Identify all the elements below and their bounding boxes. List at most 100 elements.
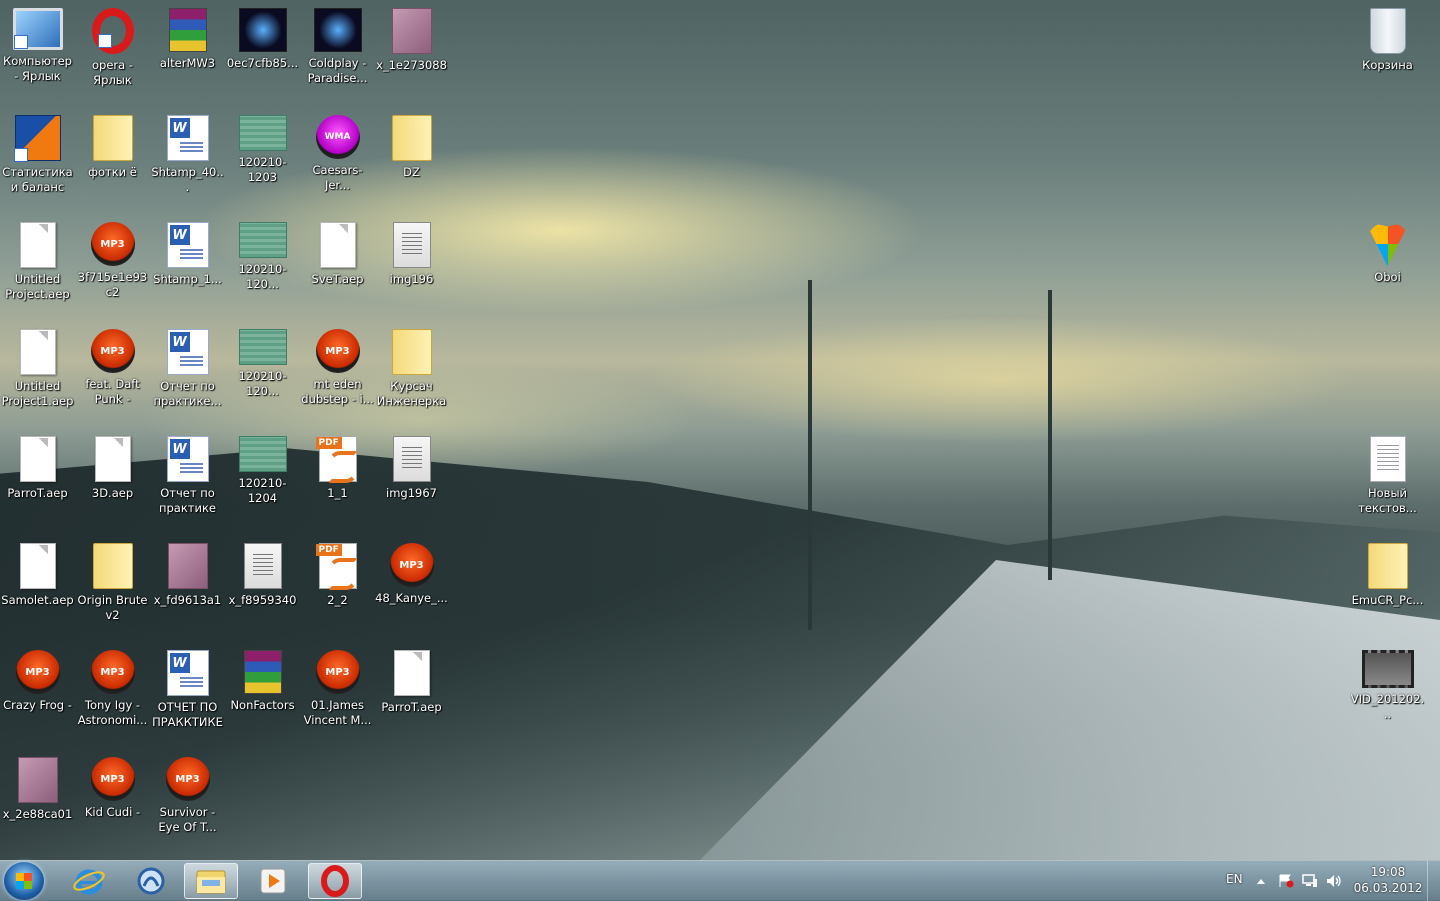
desktop-icon[interactable]: Статистика и баланс bbox=[0, 109, 75, 216]
desktop-icon[interactable]: MP3 3f715e1e93c2 bbox=[75, 216, 150, 323]
desktop-icon[interactable]: ParroT.aep bbox=[374, 644, 449, 751]
desktop-icon[interactable]: Origin Brute v2 bbox=[75, 537, 150, 644]
word-doc-icon: W bbox=[166, 329, 209, 375]
mp3-icon: MP3 bbox=[90, 329, 135, 373]
desktop-icon[interactable]: MP3 Survivor - Eye Of T... bbox=[150, 751, 225, 858]
desktop-icon[interactable]: x_2e88ca01 bbox=[0, 751, 75, 858]
wma-icon: WMA bbox=[315, 115, 360, 159]
folder-icon bbox=[1367, 543, 1408, 589]
desktop-icon[interactable]: Untitled Project.aep bbox=[0, 216, 75, 323]
desktop-icon[interactable]: Untitled Project1.aep bbox=[0, 323, 75, 430]
desktop-icon[interactable]: Oboi bbox=[1350, 216, 1425, 323]
desktop-icon[interactable]: x_f8959340 bbox=[225, 537, 300, 644]
video-file-icon bbox=[1361, 650, 1414, 688]
desktop-icon-label: 1_1 bbox=[327, 486, 348, 500]
desktop-icon[interactable]: img1967 bbox=[374, 430, 449, 537]
photo-icon bbox=[391, 8, 432, 54]
desktop-icon[interactable]: SveT.aep bbox=[300, 216, 375, 323]
desktop-icon-label: Корзина bbox=[1362, 58, 1413, 72]
windows-start-icon[interactable] bbox=[4, 862, 44, 900]
desktop-icon[interactable]: W Shtamp_1... bbox=[150, 216, 225, 323]
desktop-icon[interactable]: Компьютер - Ярлык bbox=[0, 2, 75, 109]
language-indicator[interactable]: EN bbox=[1226, 872, 1243, 886]
desktop-icon-label: SveT.aep bbox=[311, 272, 364, 286]
desktop-icon[interactable]: 3D.aep bbox=[75, 430, 150, 537]
winrar-icon bbox=[168, 8, 207, 52]
explorer-folder-icon[interactable] bbox=[184, 863, 238, 899]
desktop-icon[interactable]: MP3 Crazy Frog - bbox=[0, 644, 75, 751]
desktop-icon[interactable]: 120210-120... bbox=[225, 323, 300, 430]
network-icon[interactable] bbox=[1302, 874, 1318, 888]
blank-file-icon bbox=[319, 222, 356, 268]
desktop-icon[interactable]: MP3 Kid Cudi - bbox=[75, 751, 150, 858]
desktop-icon[interactable]: ParroT.aep bbox=[0, 430, 75, 537]
desktop-icon[interactable]: 120210-1204 bbox=[225, 430, 300, 537]
desktop-icon[interactable]: MP3 01.James Vincent M... bbox=[300, 644, 375, 751]
desktop-icon[interactable]: x_1e273088 bbox=[374, 2, 449, 109]
desktop-icon[interactable]: W Отчет по практике bbox=[150, 430, 225, 537]
desktop-icon-label: Отчет по практике... bbox=[153, 379, 222, 408]
word-doc-icon: W bbox=[166, 115, 209, 161]
desktop-icon[interactable]: Coldplay - Paradise... bbox=[300, 2, 375, 109]
desktop-icon[interactable]: MP3 feat. Daft Punk - bbox=[75, 323, 150, 430]
desktop-icon[interactable]: Samolet.aep bbox=[0, 537, 75, 644]
windows-live-icon[interactable] bbox=[124, 863, 178, 899]
desktop-icon[interactable]: W ОТЧЕТ ПО ПРАККТИКЕ bbox=[150, 644, 225, 751]
word-doc-icon: W bbox=[166, 650, 209, 696]
desktop-icon-label: Отчет по практике bbox=[158, 486, 216, 515]
desktop-icon[interactable]: 120210-1203 bbox=[225, 109, 300, 216]
desktop-icon-label: Shtamp_1... bbox=[153, 272, 222, 286]
clock[interactable]: 19:08 06.03.2012 bbox=[1352, 865, 1424, 895]
opera-icon[interactable] bbox=[308, 863, 362, 899]
desktop-icon[interactable]: WMA Caesars-Jer... bbox=[300, 109, 375, 216]
desktop-icon[interactable]: NonFactors bbox=[225, 644, 300, 751]
media-file-icon bbox=[238, 8, 287, 52]
show-desktop-button[interactable] bbox=[1427, 861, 1440, 901]
volume-icon[interactable] bbox=[1326, 874, 1342, 888]
desktop-icon[interactable]: DZ bbox=[374, 109, 449, 216]
desktop-icon[interactable]: 120210-120... bbox=[225, 216, 300, 323]
desktop-icon-label: Origin Brute v2 bbox=[77, 593, 148, 622]
desktop-icon[interactable]: EmuCR_Pc... bbox=[1350, 537, 1425, 644]
desktop-icon[interactable]: MP3 48_Kanye_... bbox=[374, 537, 449, 644]
mp3-icon: MP3 bbox=[389, 543, 434, 587]
desktop-icon[interactable]: x_fd9613a1 bbox=[150, 537, 225, 644]
blank-file-icon bbox=[94, 436, 131, 482]
desktop-icon[interactable]: VID_201202... bbox=[1350, 644, 1425, 751]
desktop-icon[interactable]: MP3 mt eden dubstep - i... bbox=[300, 323, 375, 430]
media-player-icon[interactable] bbox=[246, 863, 300, 899]
desktop-icon[interactable]: img196 bbox=[374, 216, 449, 323]
desktop-icon-label: mt eden dubstep - i... bbox=[301, 377, 374, 406]
action-center-flag-icon[interactable] bbox=[1278, 874, 1294, 888]
blank-file-icon bbox=[19, 222, 56, 268]
desktop-icon-label: Untitled Project1.aep bbox=[1, 379, 74, 408]
desktop-icon[interactable]: PDF 2_2 bbox=[300, 537, 375, 644]
desktop-icon-label: Tony Igy - Astronomi... bbox=[77, 698, 148, 727]
desktop-icon[interactable]: alterMW3 bbox=[150, 2, 225, 109]
computer-icon bbox=[12, 8, 63, 50]
desktop-icon-label: VID_201202... bbox=[1350, 692, 1425, 721]
desktop-icon[interactable]: фотки ё bbox=[75, 109, 150, 216]
folder-icon bbox=[391, 329, 432, 375]
desktop-icon[interactable]: MP3 Tony Igy - Astronomi... bbox=[75, 644, 150, 751]
desktop-icon[interactable]: W Shtamp_40... bbox=[150, 109, 225, 216]
text-file-icon bbox=[1369, 436, 1406, 482]
show-hidden-icons-icon[interactable] bbox=[1256, 877, 1266, 885]
desktop-icon-label: Crazy Frog - bbox=[3, 698, 72, 712]
blank-file-icon bbox=[19, 543, 56, 589]
desktop-icon[interactable]: Корзина bbox=[1350, 2, 1425, 109]
desktop-icon[interactable]: PDF 1_1 bbox=[300, 430, 375, 537]
desktop-icon-label: фотки ё bbox=[88, 165, 137, 179]
desktop-icon-label: opera - Ярлык bbox=[92, 58, 133, 87]
scan-image-icon bbox=[243, 543, 282, 589]
desktop-icon[interactable]: Новый текстов... bbox=[1350, 430, 1425, 537]
desktop-icon[interactable]: 0ec7cfb85... bbox=[225, 2, 300, 109]
desktop-icon-label: 01.James Vincent M... bbox=[303, 698, 372, 727]
folder-icon bbox=[92, 543, 133, 589]
desktop-icon[interactable]: opera - Ярлык bbox=[75, 2, 150, 109]
desktop-icon[interactable]: Курсач Инженерка bbox=[374, 323, 449, 430]
internet-explorer-icon[interactable] bbox=[62, 863, 116, 899]
desktop-icon-label: x_1e273088 bbox=[376, 58, 447, 72]
desktop-icon-label: ОТЧЕТ ПО ПРАККТИКЕ bbox=[152, 700, 223, 729]
desktop-icon[interactable]: W Отчет по практике... bbox=[150, 323, 225, 430]
